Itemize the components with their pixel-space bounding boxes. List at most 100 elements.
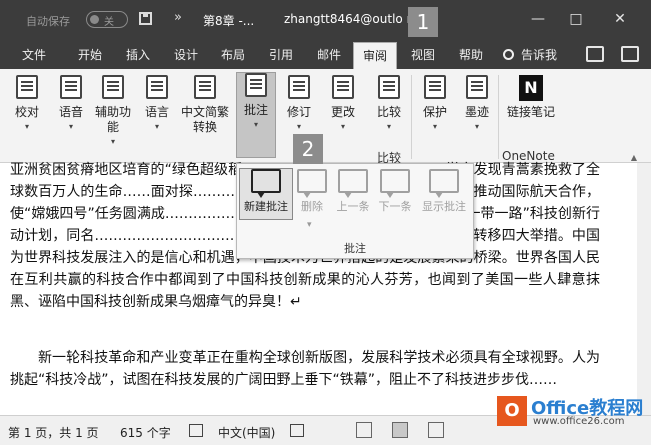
toggle-knob-icon [90, 15, 99, 24]
chevron-down-icon: ▾ [340, 122, 345, 131]
speech-label: 语音 [58, 105, 83, 119]
proofing-button[interactable]: 校对 ▾ [10, 75, 44, 131]
language-status[interactable]: 中文(中国) [218, 424, 275, 441]
quick-access-more-icon[interactable]: » [174, 10, 182, 25]
watermark-url: www.office26.com [533, 416, 625, 427]
chevron-down-icon: ▾ [154, 122, 159, 131]
tab-design[interactable]: 设计 [174, 46, 198, 63]
chevron-down-icon: ▾ [253, 120, 258, 129]
minimize-button[interactable]: — [528, 9, 548, 29]
ink-label: 墨迹 [464, 105, 489, 119]
chevron-down-icon: ▾ [474, 122, 479, 131]
protect-button[interactable]: 保护 ▾ [418, 75, 452, 131]
tell-me-search[interactable]: 告诉我 [521, 46, 557, 63]
delete-comment-button[interactable]: 删除 [295, 169, 329, 214]
track-changes-label: 修订 [286, 105, 311, 119]
previous-comment-icon [338, 169, 368, 198]
user-account[interactable]: zhangtt8464@outlo m [284, 12, 418, 26]
accept-change-icon [332, 75, 354, 99]
track-changes-button[interactable]: 修订 ▾ [282, 75, 316, 131]
spelling-check-icon [16, 75, 38, 99]
language-button[interactable]: 语言 ▾ [140, 75, 174, 131]
tab-references[interactable]: 引用 [269, 46, 293, 63]
next-comment-icon [380, 169, 410, 198]
proofing-label: 校对 [14, 105, 39, 119]
document-title: 第8章 -... [203, 14, 255, 28]
chevron-down-icon: ▾ [68, 122, 73, 131]
print-layout-icon[interactable] [392, 422, 408, 438]
read-mode-icon[interactable] [356, 422, 372, 438]
site-watermark: O Office教程网 www.office26.com [497, 392, 651, 432]
lock-document-icon [424, 75, 446, 99]
new-comment-button[interactable]: 新建批注 [239, 168, 293, 220]
next-comment-button[interactable]: 下一条 [375, 169, 415, 214]
track-changes-icon [288, 75, 310, 99]
delete-comment-icon [297, 169, 327, 198]
tab-help[interactable]: 帮助 [459, 46, 483, 63]
previous-comment-button[interactable]: 上一条 [333, 169, 373, 214]
tab-insert[interactable]: 插入 [126, 46, 150, 63]
ink-button[interactable]: 墨迹 ▾ [460, 75, 494, 131]
show-comments-button[interactable]: 显示批注 [417, 169, 471, 214]
title-bar: 自动保存 关 » 第8章 -... zhangtt8464@outlo m — … [0, 0, 651, 40]
office-logo-icon: O [497, 396, 527, 426]
ribbon: 校对 ▾ 语音 ▾ 辅助功能 ▾ 语言 ▾ 中文简繁转换 批注 ▾ 修订 ▾ 更… [0, 69, 651, 165]
tab-home[interactable]: 开始 [78, 46, 102, 63]
chevron-down-icon: ▾ [110, 137, 115, 146]
comment-dropdown: 新建批注 删除 上一条 下一条 显示批注 ▾ 批注 [236, 163, 474, 259]
tab-layout[interactable]: 布局 [221, 46, 245, 63]
vertical-scrollbar[interactable] [637, 163, 651, 415]
next-label: 下一条 [378, 200, 412, 213]
collapse-ribbon-icon[interactable]: ▲ [631, 153, 637, 162]
ribbon-divider [498, 75, 499, 159]
chevron-down-icon: ▾ [307, 220, 312, 230]
autosave-state: 关 [104, 17, 114, 28]
changes-label: 更改 [330, 105, 355, 119]
word-count[interactable]: 615 个字 [120, 424, 171, 441]
language-label: 语言 [144, 105, 169, 119]
restore-button[interactable]: □ [566, 9, 586, 29]
proofing-status-icon[interactable] [189, 424, 203, 437]
ribbon-tabs: 文件 开始 插入 设计 布局 引用 邮件 审阅 视图 帮助 告诉我 [0, 40, 651, 69]
changes-button[interactable]: 更改 ▾ [326, 75, 360, 131]
language-icon [146, 75, 168, 99]
close-button[interactable]: ✕ [610, 9, 630, 29]
tab-mailings[interactable]: 邮件 [317, 46, 341, 63]
comments-group-label: 批注 [344, 242, 366, 255]
step-badge-1: 1 [408, 7, 438, 37]
tab-file[interactable]: 文件 [22, 46, 46, 63]
chevron-down-icon: ▾ [296, 122, 301, 131]
speech-button[interactable]: 语音 ▾ [54, 75, 88, 131]
show-comments-label: 显示批注 [422, 200, 466, 213]
tab-view[interactable]: 视图 [411, 46, 435, 63]
chevron-down-icon: ▾ [24, 122, 29, 131]
page-count[interactable]: 第 1 页，共 1 页 [8, 424, 99, 441]
lightbulb-icon [503, 49, 514, 60]
pen-icon [466, 75, 488, 99]
compare-button[interactable]: 比较 ▾ [370, 75, 408, 131]
comments-pane-icon[interactable] [621, 46, 639, 62]
compare-icon [378, 75, 400, 99]
show-comments-icon [429, 169, 459, 198]
linked-notes-button[interactable]: N 链接笔记 [506, 75, 556, 120]
simplified-traditional-icon [194, 75, 216, 99]
chinese-conversion-button[interactable]: 中文简繁转换 [178, 75, 232, 135]
tab-review[interactable]: 审阅 [353, 42, 398, 69]
web-layout-icon[interactable] [428, 422, 444, 438]
share-icon[interactable] [586, 46, 604, 62]
accessibility-check-icon [102, 75, 124, 99]
step-badge-2: 2 [293, 134, 323, 164]
new-comment-label: 新建批注 [244, 200, 288, 213]
chevron-down-icon: ▾ [386, 122, 391, 131]
chinese-conversion-label: 中文简繁转换 [180, 105, 229, 134]
protect-label: 保护 [422, 105, 447, 119]
comment-button[interactable]: 批注 ▾ [236, 72, 276, 158]
compare-label: 比较 [376, 105, 401, 119]
autosave-toggle[interactable]: 关 [86, 11, 128, 28]
comment-icon [245, 73, 267, 97]
accessibility-button[interactable]: 辅助功能 ▾ [94, 75, 132, 146]
save-icon[interactable] [139, 12, 152, 25]
autosave-label: 自动保存 [26, 15, 70, 28]
accessibility-label: 辅助功能 [94, 105, 131, 134]
macro-icon[interactable] [290, 424, 304, 437]
